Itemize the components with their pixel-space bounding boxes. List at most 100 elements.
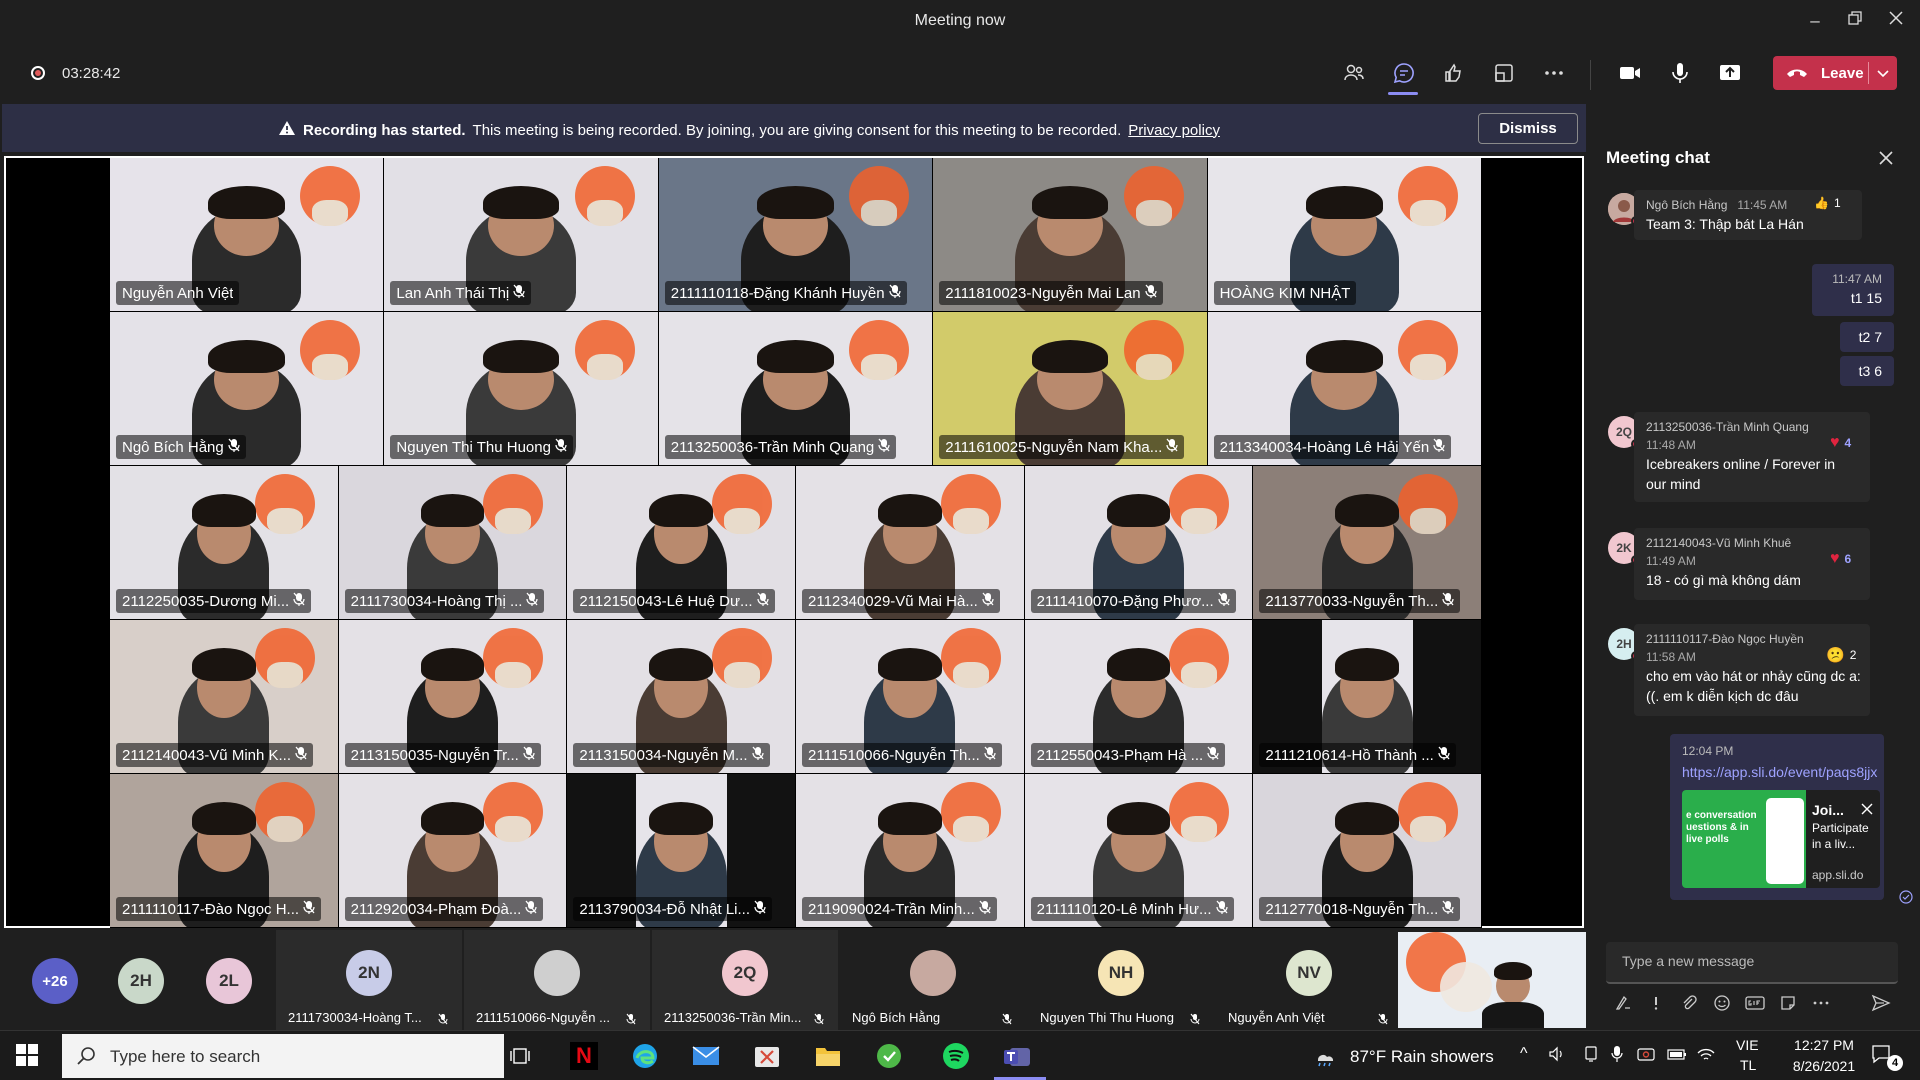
clock-date[interactable]: 8/26/2021: [1776, 1058, 1872, 1074]
mic-tray-icon[interactable]: [1610, 1045, 1624, 1067]
video-tile[interactable]: 2111110117-Đào Ngọc H...: [110, 774, 339, 928]
chevron-down-icon[interactable]: [1873, 64, 1893, 82]
participant-slot[interactable]: Ngô Bích Hằng: [840, 930, 1026, 1030]
overflow-participants-button[interactable]: +26: [32, 958, 78, 1004]
video-tile[interactable]: 2113770033-Nguyễn Th...: [1253, 466, 1482, 620]
more-options-icon[interactable]: [1536, 56, 1572, 90]
participant-avatar[interactable]: 2H: [118, 958, 164, 1004]
video-tile[interactable]: 2112920034-Phạm Đoà...: [338, 774, 568, 928]
important-icon[interactable]: [1645, 992, 1667, 1014]
video-tile[interactable]: 2113340034-Hoàng Lê Hải Yến: [1207, 312, 1482, 466]
spotify-icon[interactable]: [939, 1039, 973, 1073]
video-tile[interactable]: 2113790034-Đỗ Nhật Li...: [567, 774, 796, 928]
edge-icon[interactable]: [628, 1039, 662, 1073]
video-tile[interactable]: 2112150043-Lê Huệ Dư...: [567, 466, 796, 620]
video-tile[interactable]: 2119090024-Trần Minh...: [796, 774, 1025, 928]
more-compose-options-icon[interactable]: [1810, 992, 1832, 1014]
language-indicator[interactable]: VIE: [1736, 1037, 1759, 1053]
close-preview-icon[interactable]: [1860, 802, 1874, 816]
video-tile[interactable]: HOÀNG KIM NHẬT: [1207, 158, 1482, 312]
video-tile[interactable]: 2112550043-Phạm Hà ...: [1024, 620, 1254, 774]
reactions-icon[interactable]: [1436, 56, 1472, 90]
reaction[interactable]: 👍 1: [1814, 196, 1841, 210]
video-tile[interactable]: 2111410070-Đặng Phươ...: [1024, 466, 1254, 620]
video-tile[interactable]: 2111610025-Nguyễn Nam Kha...: [933, 312, 1208, 466]
green-app-icon[interactable]: [872, 1039, 906, 1073]
restore-icon[interactable]: [1842, 8, 1868, 34]
video-tile[interactable]: 2112250035-Dương Mi...: [110, 466, 339, 620]
camera-icon[interactable]: [1612, 56, 1648, 90]
chevron-up-icon[interactable]: ^: [1520, 1045, 1528, 1063]
video-tile[interactable]: 2112140043-Vũ Minh K...: [110, 620, 339, 774]
attach-icon[interactable]: [1678, 992, 1700, 1014]
network-icon[interactable]: [1582, 1045, 1600, 1067]
speaker-icon[interactable]: [1548, 1045, 1566, 1067]
reaction[interactable]: ♥ 4: [1830, 434, 1851, 452]
mail-icon[interactable]: [689, 1039, 723, 1073]
participant-avatar: NV: [1286, 950, 1332, 996]
gif-icon[interactable]: [1744, 992, 1766, 1014]
participant-name: 2113770033-Nguyễn Th...: [1265, 592, 1439, 610]
taskbar-search[interactable]: Type here to search: [62, 1034, 504, 1078]
microphone-icon[interactable]: [1662, 56, 1698, 90]
emoji-icon[interactable]: [1711, 992, 1733, 1014]
share-screen-icon[interactable]: [1712, 56, 1748, 90]
minimize-icon[interactable]: –: [1802, 8, 1828, 34]
video-tile[interactable]: 2113150034-Nguyễn M...: [567, 620, 796, 774]
message-input[interactable]: [1622, 953, 1882, 969]
windows-start-icon[interactable]: [16, 1044, 38, 1071]
video-tile[interactable]: 2113250036-Trần Minh Quang: [658, 312, 934, 466]
participant-slot[interactable]: NH Nguyen Thi Thu Huong: [1028, 930, 1214, 1030]
reaction-count: 6: [1844, 552, 1852, 566]
close-icon[interactable]: [1874, 146, 1898, 170]
video-tile[interactable]: Lan Anh Thái Thị: [384, 158, 659, 312]
rooms-icon[interactable]: [1486, 56, 1522, 90]
send-icon[interactable]: [1870, 992, 1892, 1014]
netflix-icon[interactable]: N: [567, 1039, 601, 1073]
participant-slot[interactable]: 2Q 2113250036-Trần Min...: [652, 930, 838, 1030]
teams-icon[interactable]: [1000, 1039, 1034, 1073]
task-view-icon[interactable]: [503, 1039, 537, 1073]
video-tile[interactable]: Nguyen Thi Thu Huong: [384, 312, 659, 466]
video-tile[interactable]: 2111110118-Đặng Khánh Huyền: [658, 158, 934, 312]
format-icon[interactable]: [1612, 992, 1634, 1014]
video-tile[interactable]: 2112340029-Vũ Mai Hà...: [796, 466, 1025, 620]
participant-avatar[interactable]: 2L: [206, 958, 252, 1004]
participant-slot[interactable]: 2111510066-Nguyễn ...: [464, 930, 650, 1030]
wifi-icon[interactable]: [1696, 1045, 1716, 1067]
clock-time[interactable]: 12:27 PM: [1784, 1037, 1864, 1053]
participants-icon[interactable]: [1336, 56, 1372, 90]
participant-name-label: 2111110120-Lê Minh Hư...: [1030, 897, 1234, 921]
video-tile[interactable]: Ngô Bích Hằng: [110, 312, 385, 466]
video-tile[interactable]: 2111510066-Nguyễn Th...: [796, 620, 1025, 774]
leave-button[interactable]: Leave: [1773, 56, 1897, 90]
video-tile[interactable]: 2112770018-Nguyễn Th...: [1253, 774, 1482, 928]
video-tile[interactable]: 2111110120-Lê Minh Hư...: [1024, 774, 1254, 928]
snip-tool-icon[interactable]: [750, 1039, 784, 1073]
chat-icon[interactable]: [1386, 56, 1422, 90]
mascot-graphic: [1398, 474, 1458, 534]
weather-text[interactable]: 87°F Rain showers: [1350, 1047, 1494, 1067]
video-tile[interactable]: Nguyễn Anh Việt: [110, 158, 385, 312]
sticker-icon[interactable]: [1777, 992, 1799, 1014]
privacy-policy-link[interactable]: Privacy policy: [1128, 122, 1220, 139]
reaction[interactable]: 😕 2: [1826, 646, 1856, 664]
battery-icon[interactable]: [1666, 1045, 1688, 1067]
file-explorer-icon[interactable]: [811, 1039, 845, 1073]
camera-tray-icon[interactable]: [1636, 1045, 1656, 1067]
participant-name: Lan Anh Thái Thị: [396, 284, 510, 302]
participant-slot[interactable]: NV Nguyễn Anh Việt: [1216, 930, 1402, 1030]
reaction[interactable]: ♥ 6: [1830, 550, 1851, 568]
participant-slot[interactable]: 2N 2111730034-Hoàng T...: [276, 930, 462, 1030]
video-tile[interactable]: 2113150035-Nguyễn Tr...: [338, 620, 568, 774]
video-tile[interactable]: 2111730034-Hoàng Thị ...: [338, 466, 568, 620]
event-link[interactable]: https://app.sli.do/event/paqs8jjx: [1682, 764, 1878, 780]
video-tile[interactable]: 2111210614-Hồ Thành ...: [1253, 620, 1482, 774]
video-tile[interactable]: 2111810023-Nguyễn Mai Lan: [933, 158, 1208, 312]
window-close-icon[interactable]: [1883, 8, 1909, 34]
dismiss-button[interactable]: Dismiss: [1478, 113, 1578, 144]
link-preview-card[interactable]: e conversation uestions & in live polls …: [1682, 790, 1880, 888]
input-method[interactable]: TL: [1740, 1057, 1756, 1073]
compose-box[interactable]: [1606, 942, 1898, 984]
self-video-preview[interactable]: [1398, 932, 1586, 1028]
